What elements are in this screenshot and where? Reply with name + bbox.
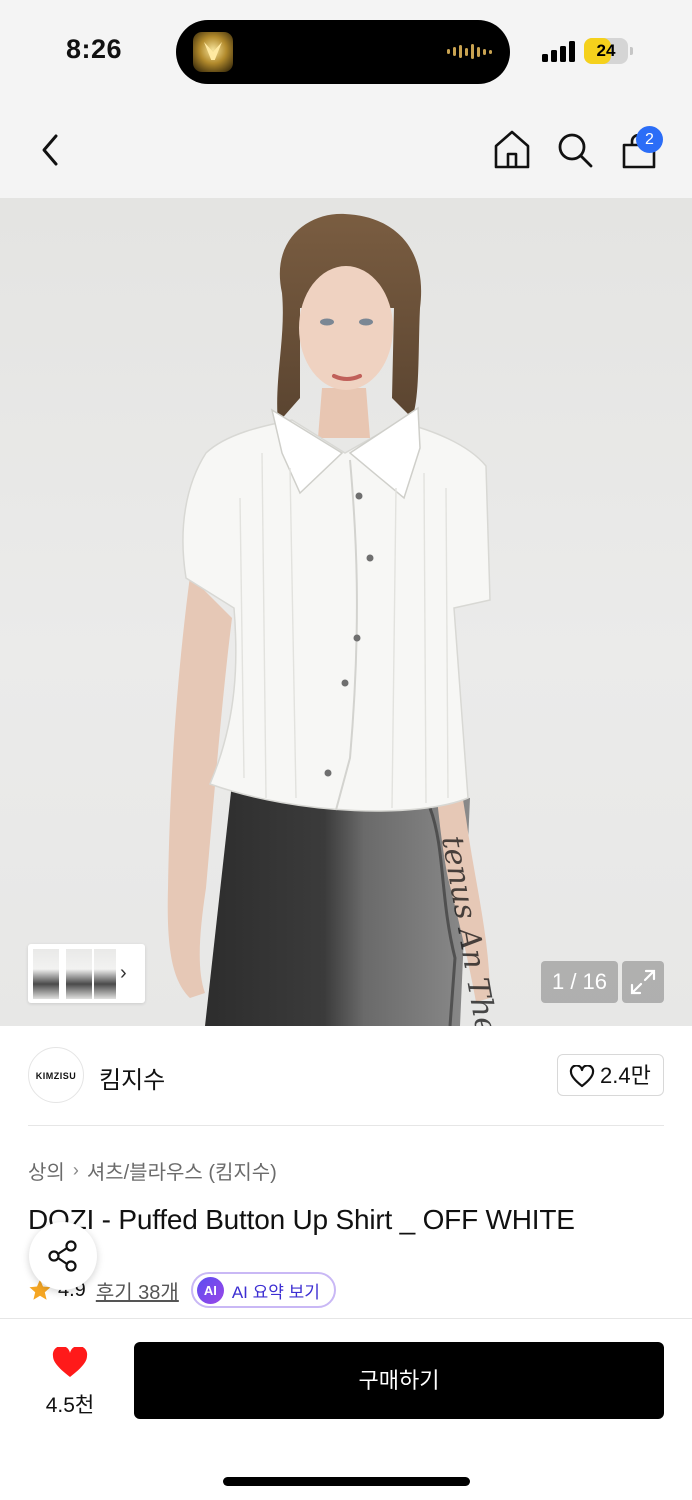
like-button[interactable]: 4.5천 bbox=[28, 1343, 112, 1419]
expand-button[interactable] bbox=[622, 961, 664, 1003]
ai-icon: AI bbox=[196, 1276, 224, 1304]
home-icon[interactable] bbox=[492, 128, 532, 170]
heart-filled-icon bbox=[52, 1347, 88, 1377]
model-photo: tenus An The Cl bbox=[167, 213, 511, 1026]
chevron-left-icon[interactable] bbox=[34, 130, 66, 170]
brand-name[interactable]: 킴지수 bbox=[99, 1060, 165, 1095]
signal-icon bbox=[542, 40, 576, 62]
status-time: 8:26 bbox=[66, 34, 123, 64]
brand-like-count: 2.4만 bbox=[600, 1063, 651, 1088]
status-bar: 8:26 24 bbox=[0, 0, 692, 100]
brand-logo[interactable]: KIMZISU bbox=[28, 1047, 84, 1103]
divider bbox=[28, 1125, 664, 1126]
share-button[interactable] bbox=[29, 1222, 97, 1290]
thumbnail-image[interactable] bbox=[33, 949, 59, 999]
breadcrumb-item[interactable]: 상의 bbox=[28, 1156, 65, 1185]
battery-level: 24 bbox=[596, 41, 616, 60]
like-count: 4.5천 bbox=[45, 1394, 95, 1417]
battery-cap bbox=[630, 47, 633, 55]
thumbnail-image[interactable] bbox=[94, 949, 116, 999]
buy-button[interactable]: 구매하기 bbox=[134, 1342, 664, 1419]
chevron-right-icon[interactable]: › bbox=[120, 962, 127, 985]
dynamic-island bbox=[176, 20, 510, 84]
home-indicator[interactable] bbox=[223, 1477, 470, 1486]
breadcrumb: 상의 › 셔츠/블라우스 (킴지수) bbox=[28, 1156, 277, 1185]
heart-outline-icon bbox=[569, 1065, 595, 1088]
ai-summary-button[interactable]: AI AI 요약 보기 bbox=[190, 1272, 336, 1308]
expand-icon bbox=[630, 969, 656, 995]
product-image[interactable]: tenus An The Cl bbox=[0, 198, 692, 1026]
product-title: DOZI - Puffed Button Up Shirt _ OFF WHIT… bbox=[28, 1204, 575, 1235]
chevron-right-icon: › bbox=[72, 1160, 79, 1180]
cart-count-badge: 2 bbox=[636, 126, 663, 153]
music-app-icon bbox=[193, 32, 233, 72]
audio-wave-icon bbox=[447, 44, 492, 59]
battery-icon: 24 bbox=[584, 38, 628, 64]
review-link[interactable]: 후기 38개 bbox=[96, 1276, 179, 1305]
breadcrumb-item[interactable]: 셔츠/블라우스 (킴지수) bbox=[87, 1156, 277, 1185]
search-icon[interactable] bbox=[556, 131, 594, 169]
thumbnail-strip[interactable] bbox=[28, 944, 145, 1003]
share-icon bbox=[48, 1240, 77, 1272]
image-page-counter: 1 / 16 bbox=[541, 961, 618, 1003]
ai-summary-label: AI 요약 보기 bbox=[231, 1282, 320, 1302]
brand-like-button[interactable]: 2.4만 bbox=[557, 1054, 664, 1096]
thumbnail-image[interactable] bbox=[66, 949, 92, 999]
